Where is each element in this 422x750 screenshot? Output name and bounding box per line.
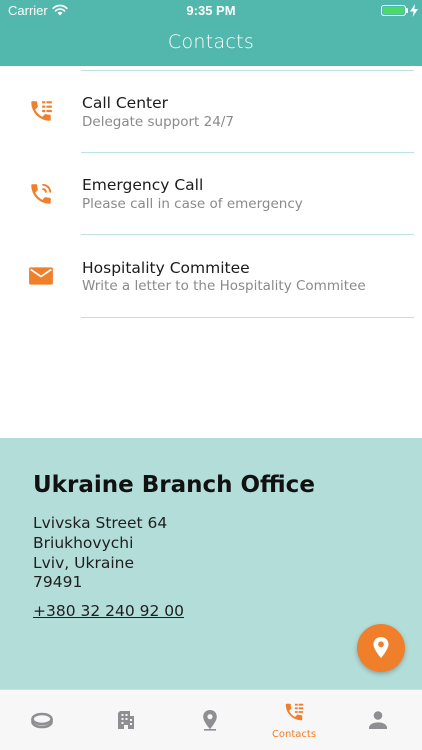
contact-row-emergency-call[interactable]: Emergency Call Please call in case of em… <box>0 153 422 235</box>
address-city: Lviv, Ukraine <box>33 554 134 572</box>
charging-bolt-icon <box>410 4 418 17</box>
address-postal-code: 79491 <box>33 573 83 591</box>
address-district: Briukhovychi <box>33 534 134 552</box>
contact-subtitle: Delegate support 24/7 <box>82 114 234 130</box>
navigation-header: Carrier 9:35 PM Contacts <box>0 0 422 66</box>
tab-building[interactable] <box>84 690 168 750</box>
contact-row-call-center[interactable]: Call Center Delegate support 24/7 <box>0 71 422 153</box>
battery-icon <box>381 5 406 16</box>
tab-contacts[interactable]: Contacts <box>252 690 336 750</box>
contact-title: Call Center <box>82 94 169 112</box>
envelope-icon <box>29 267 53 285</box>
building-icon <box>118 711 134 729</box>
contact-title: Emergency Call <box>82 176 204 194</box>
person-icon <box>369 711 387 729</box>
tab-ring[interactable] <box>0 690 84 750</box>
tab-label-contacts: Contacts <box>271 729 317 740</box>
row-divider <box>81 317 414 318</box>
phone-list-icon <box>31 101 52 121</box>
phone-ringing-icon <box>31 183 52 204</box>
location-pin-icon <box>203 710 217 731</box>
location-pin-icon <box>373 637 389 658</box>
office-title: Ukraine Branch Office <box>33 472 315 498</box>
contact-subtitle: Please call in case of emergency <box>82 196 303 212</box>
office-phone-link[interactable]: +380 32 240 92 00 <box>33 602 184 620</box>
tab-location[interactable] <box>168 690 252 750</box>
row-divider <box>81 234 414 235</box>
office-info-panel: Ukraine Branch Office Lvivska Street 64 … <box>0 438 422 690</box>
tab-profile[interactable] <box>336 690 420 750</box>
clock: 9:35 PM <box>186 3 236 18</box>
ring-icon <box>31 712 53 729</box>
contact-subtitle: Write a letter to the Hospitality Commit… <box>82 278 366 294</box>
page-title: Contacts <box>167 31 255 53</box>
contact-title: Hospitality Commitee <box>82 259 250 277</box>
status-bar: Carrier 9:35 PM <box>0 0 422 22</box>
tab-bar: Contacts <box>0 689 422 750</box>
phone-list-icon <box>285 703 304 721</box>
contact-row-hospitality-commitee[interactable]: Hospitality Commitee Write a letter to t… <box>0 236 422 318</box>
map-location-button[interactable] <box>357 624 405 672</box>
address-street: Lvivska Street 64 <box>33 514 168 532</box>
battery-tip <box>406 8 408 13</box>
